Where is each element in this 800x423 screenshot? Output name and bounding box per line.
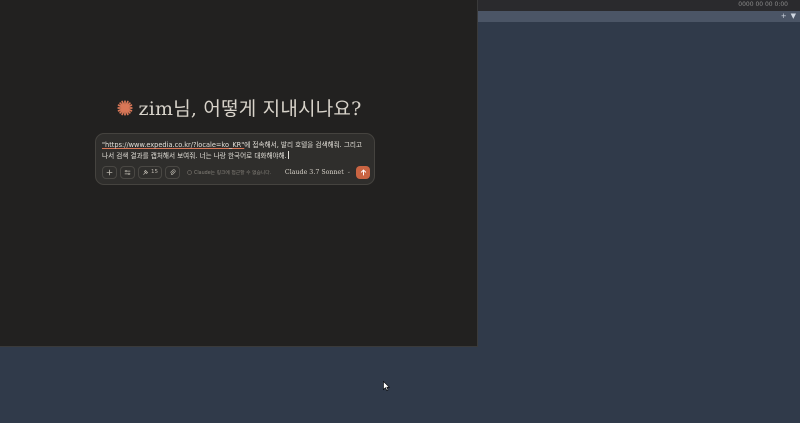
link-hint-text: Claude는 링크에 접근할 수 없습니다.: [194, 170, 272, 176]
link-hint: Claude는 링크에 접근할 수 없습니다.: [187, 169, 271, 176]
model-name: Claude 3.7 Sonnet: [284, 168, 344, 176]
send-button[interactable]: [356, 165, 370, 179]
tools-count: 15: [151, 169, 158, 175]
desktop-controls: + ▼: [781, 12, 796, 20]
attach-button[interactable]: [102, 165, 117, 179]
text-caret: [287, 151, 289, 159]
link-button[interactable]: [165, 165, 180, 179]
chevron-down-icon: ⌄: [346, 169, 351, 175]
style-button[interactable]: [120, 165, 135, 179]
globe-icon: [187, 169, 192, 175]
greeting: zim님, 어떻게 지내시나요?: [0, 94, 478, 121]
prompt-url: "https://www.expedia.co.kr/?locale=ko_KR…: [102, 141, 245, 149]
desktop-background: [478, 22, 800, 423]
tools-button[interactable]: 15: [138, 165, 162, 179]
claude-spark-icon: [116, 99, 133, 116]
system-status-label: 0000 00 00 0:00: [738, 1, 788, 8]
dropdown-icon[interactable]: ▼: [791, 12, 796, 20]
paperclip-icon: [170, 168, 176, 175]
arrow-up-icon: [360, 168, 366, 175]
add-icon[interactable]: +: [781, 12, 787, 20]
composer-toolbar: 15 Claude는 링크에 접근할 수 없습니다. Claude 3.7 So…: [102, 165, 370, 179]
greeting-text: zim님, 어떻게 지내시나요?: [138, 98, 362, 120]
hammer-icon: [143, 169, 149, 175]
message-composer[interactable]: "https://www.expedia.co.kr/?locale=ko_KR…: [95, 133, 375, 185]
desktop-title-bar: + ▼: [478, 11, 800, 22]
model-selector[interactable]: Claude 3.7 Sonnet ⌄: [285, 169, 351, 176]
sliders-icon: [124, 169, 131, 175]
claude-app-window: zim님, 어떻게 지내시나요? "https://www.expedia.co…: [0, 0, 478, 347]
mouse-cursor-icon: [383, 381, 390, 391]
desktop-background-lower: [0, 347, 478, 423]
prompt-input[interactable]: "https://www.expedia.co.kr/?locale=ko_KR…: [102, 140, 370, 162]
plus-icon: [106, 169, 113, 175]
